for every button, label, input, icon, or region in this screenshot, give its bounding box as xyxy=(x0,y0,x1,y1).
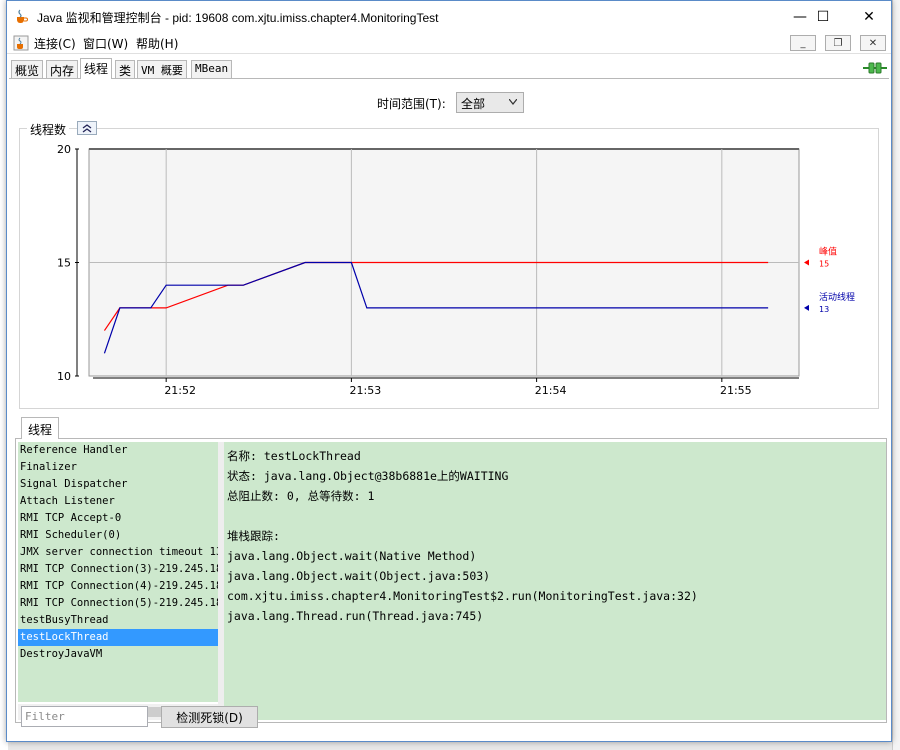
menu-connection[interactable]: 连接(C) xyxy=(34,35,76,52)
legend-label: 活动线程 xyxy=(819,291,855,303)
x-tick-label: 21:54 xyxy=(535,384,567,397)
legend-label: 峰值 xyxy=(819,246,837,258)
thread-list-item[interactable]: JMX server connection timeout 13 xyxy=(18,544,218,561)
thread-detail-section: 线程 Reference Handler Finalizer Signal Disp… xyxy=(15,417,889,743)
thread-panel: Reference Handler Finalizer Signal Dispatc… xyxy=(15,438,887,723)
filter-input[interactable]: Filter xyxy=(21,706,148,727)
tab-overview[interactable]: 概览 xyxy=(11,60,44,78)
stack-frame: com.xjtu.imiss.chapter4.MonitoringTest$2… xyxy=(227,589,698,603)
y-tick-label: 15 xyxy=(57,257,71,270)
series-end-marker xyxy=(804,304,809,311)
window-title: Java 监视和管理控制台 - pid: 19608 com.xjtu.imis… xyxy=(37,11,439,25)
x-tick-label: 21:53 xyxy=(350,384,382,397)
detect-deadlock-button[interactable]: 检测死锁(D) xyxy=(161,706,258,728)
threads-content: 时间范围(T): 全部 线程数 10 15 20 21:52 21:53 21:54 21:… xyxy=(9,78,889,410)
x-tick-label: 21:55 xyxy=(720,384,752,397)
thread-counts: 总阻止数: 0, 总等待数: 1 xyxy=(227,489,375,503)
mdi-close-button[interactable]: ✕ xyxy=(860,35,886,51)
java-cup-icon xyxy=(13,35,29,51)
thread-state: 状态: java.lang.Object@38b6881e上的WAITING xyxy=(227,469,509,483)
background-right-edge xyxy=(892,0,900,750)
menu-help[interactable]: 帮助(H) xyxy=(136,35,178,52)
stack-trace-header: 堆栈跟踪: xyxy=(227,529,280,543)
tab-mbean[interactable]: MBean xyxy=(191,60,233,78)
thread-list-item[interactable]: testBusyThread xyxy=(18,612,218,629)
menu-window[interactable]: 窗口(W) xyxy=(83,35,128,52)
thread-list-item[interactable]: RMI TCP Connection(5)-219.245.186 xyxy=(18,595,218,612)
stack-frame: java.lang.Thread.run(Thread.java:745) xyxy=(227,609,484,623)
x-tick-label: 21:52 xyxy=(164,384,196,397)
tab-threads[interactable]: 线程 xyxy=(80,58,113,79)
y-tick-label: 10 xyxy=(57,370,71,383)
jconsole-window: Java 监视和管理控制台 - pid: 19608 com.xjtu.imis… xyxy=(6,0,892,742)
stack-frame: java.lang.Object.wait(Object.java:503) xyxy=(227,569,491,583)
tab-classes[interactable]: 类 xyxy=(115,60,136,78)
close-button[interactable]: ✕ xyxy=(846,1,892,32)
stack-frame: java.lang.Object.wait(Native Method) xyxy=(227,549,477,563)
main-tabs: 概览 内存 线程 类 VM 概要 MBean xyxy=(7,58,891,79)
maximize-button[interactable]: ☐ xyxy=(800,1,846,32)
thread-detail: 名称: testLockThread 状态: java.lang.Object@… xyxy=(224,442,886,720)
mdi-minimize-button[interactable]: _ xyxy=(790,35,816,51)
y-tick-label: 20 xyxy=(57,143,71,156)
thread-list-item[interactable]: Reference Handler xyxy=(18,442,218,459)
thread-list-item[interactable]: Finalizer xyxy=(18,459,218,476)
thread-list-item[interactable]: RMI TCP Connection(4)-219.245.186 xyxy=(18,578,218,595)
thread-list-item[interactable]: RMI TCP Connection(3)-219.245.186 xyxy=(18,561,218,578)
legend-value: 13 xyxy=(819,305,829,314)
thread-list-item[interactable]: Attach Listener xyxy=(18,493,218,510)
connection-status-icon xyxy=(863,62,887,74)
thread-name: 名称: testLockThread xyxy=(227,449,361,463)
menu-bar: 连接(C) 窗口(W) 帮助(H) _ ❐ ✕ xyxy=(7,32,891,54)
tab-vm-summary[interactable]: VM 概要 xyxy=(137,60,187,78)
thread-list-item[interactable]: RMI Scheduler(0) xyxy=(18,527,218,544)
tab-memory[interactable]: 内存 xyxy=(46,60,79,78)
series-end-marker xyxy=(804,259,809,266)
tab-thread-list[interactable]: 线程 xyxy=(21,417,60,439)
thread-count-chart: 10 15 20 21:52 21:53 21:54 21:55 峰值 15 活动线程 13 xyxy=(57,143,855,397)
title-bar: Java 监视和管理控制台 - pid: 19608 com.xjtu.imis… xyxy=(7,1,891,32)
legend-value: 15 xyxy=(819,260,829,269)
thread-list[interactable]: Reference Handler Finalizer Signal Dispatc… xyxy=(18,442,218,702)
mdi-restore-button[interactable]: ❐ xyxy=(825,35,851,51)
java-cup-icon xyxy=(17,9,28,23)
thread-list-item[interactable]: testLockThread xyxy=(18,629,218,646)
thread-list-item[interactable]: DestroyJavaVM xyxy=(18,646,218,663)
thread-list-item[interactable]: Signal Dispatcher xyxy=(18,476,218,493)
thread-list-item[interactable]: RMI TCP Accept-0 xyxy=(18,510,218,527)
